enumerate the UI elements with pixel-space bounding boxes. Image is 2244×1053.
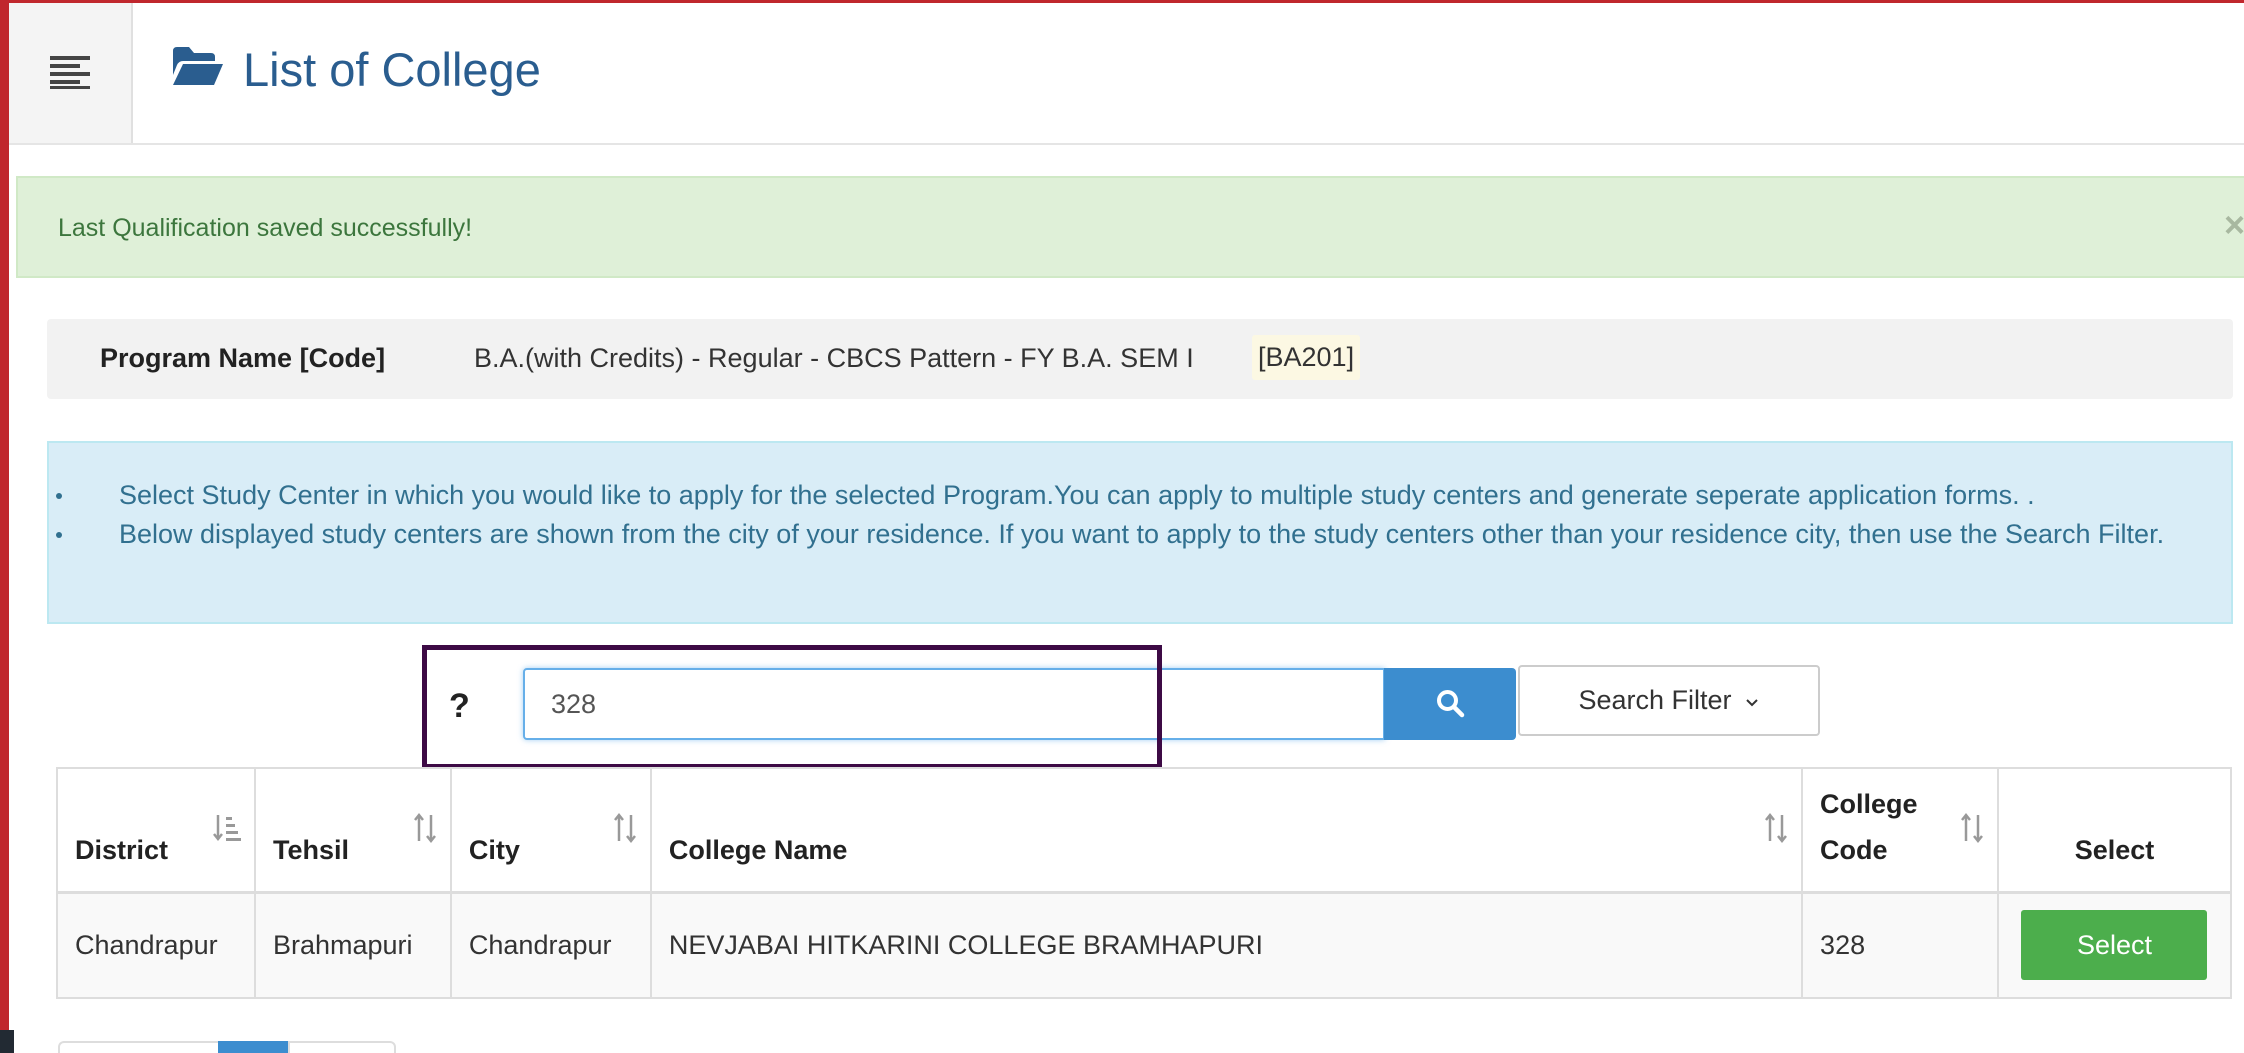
program-info-bar: Program Name [Code] B.A.(with Credits) -… [47,319,2233,399]
column-header-label: College Name [668,834,848,865]
column-header-city[interactable]: City [449,767,652,894]
info-item: Select Study Center in which you would l… [49,476,2199,515]
cell-district: Chandrapur [56,891,256,999]
pagination [58,1041,396,1053]
search-help-icon[interactable]: ? [449,687,470,726]
column-header-tehsil[interactable]: Tehsil [253,767,452,894]
pagination-previous-button[interactable] [58,1041,218,1053]
sort-icon[interactable] [1763,811,1789,859]
info-alert: Select Study Center in which you would l… [47,441,2233,624]
column-header-label: College [1820,788,1918,819]
program-name-label: Program Name [Code] [100,343,386,373]
info-item: Below displayed study centers are shown … [49,515,2199,554]
table-header-row: District Tehsil City College Name Colleg… [56,767,2233,894]
program-code-badge: [BA201] [1252,335,1361,380]
sidebar-toggle-button[interactable] [9,3,133,143]
search-icon [1435,688,1465,721]
search-input[interactable] [523,668,1385,740]
sort-ascending-icon[interactable] [212,811,242,859]
page-header: List of College [9,3,2244,145]
program-name-value: B.A.(with Credits) - Regular - CBCS Patt… [474,343,1194,373]
pagination-next-button[interactable] [288,1041,396,1053]
column-header-college-name[interactable]: College Name [649,767,1804,894]
alert-message: Last Qualification saved successfully! [58,214,473,242]
column-header-college-code[interactable]: College Code [1801,767,1999,894]
search-filter-label: Search Filter [1578,685,1732,715]
sort-icon[interactable] [612,811,638,859]
cell-tehsil: Brahmapuri [253,891,452,999]
chevron-down-icon [1732,685,1760,716]
app-window: List of College Last Qualification saved… [0,0,2244,1053]
hamburger-menu-icon [48,52,92,95]
cell-college-name: NEVJABAI HITKARINI COLLEGE BRAMHAPURI [649,891,1804,999]
sort-icon[interactable] [412,811,438,859]
page-title: List of College [243,42,541,96]
page-title-group: List of College [171,37,541,101]
alert-close-button[interactable]: × [2224,204,2244,246]
cell-college-code: 328 [1801,891,1999,999]
taskbar-edge [0,1030,14,1053]
column-header-label: Tehsil [272,834,349,865]
column-header-label: District [75,834,169,865]
search-button[interactable] [1384,668,1516,740]
column-header-select: Select [1996,767,2233,894]
info-list: Select Study Center in which you would l… [49,476,2199,554]
column-header-label: City [468,834,520,865]
folder-open-icon [171,45,243,94]
college-table: District Tehsil City College Name Colleg… [56,767,2233,999]
cell-select: Select [1996,891,2233,999]
success-alert: Last Qualification saved successfully! × [16,176,2244,278]
table-row: Chandrapur Brahmapuri Chandrapur NEVJABA… [56,891,2233,999]
column-header-district[interactable]: District [56,767,256,894]
sort-icon[interactable] [1959,811,1985,859]
cell-city: Chandrapur [449,891,652,999]
select-college-button[interactable]: Select [2021,910,2208,981]
pagination-page-button[interactable] [218,1041,288,1053]
column-header-label: Code [1820,834,1888,865]
search-filter-dropdown[interactable]: Search Filter [1518,665,1820,736]
